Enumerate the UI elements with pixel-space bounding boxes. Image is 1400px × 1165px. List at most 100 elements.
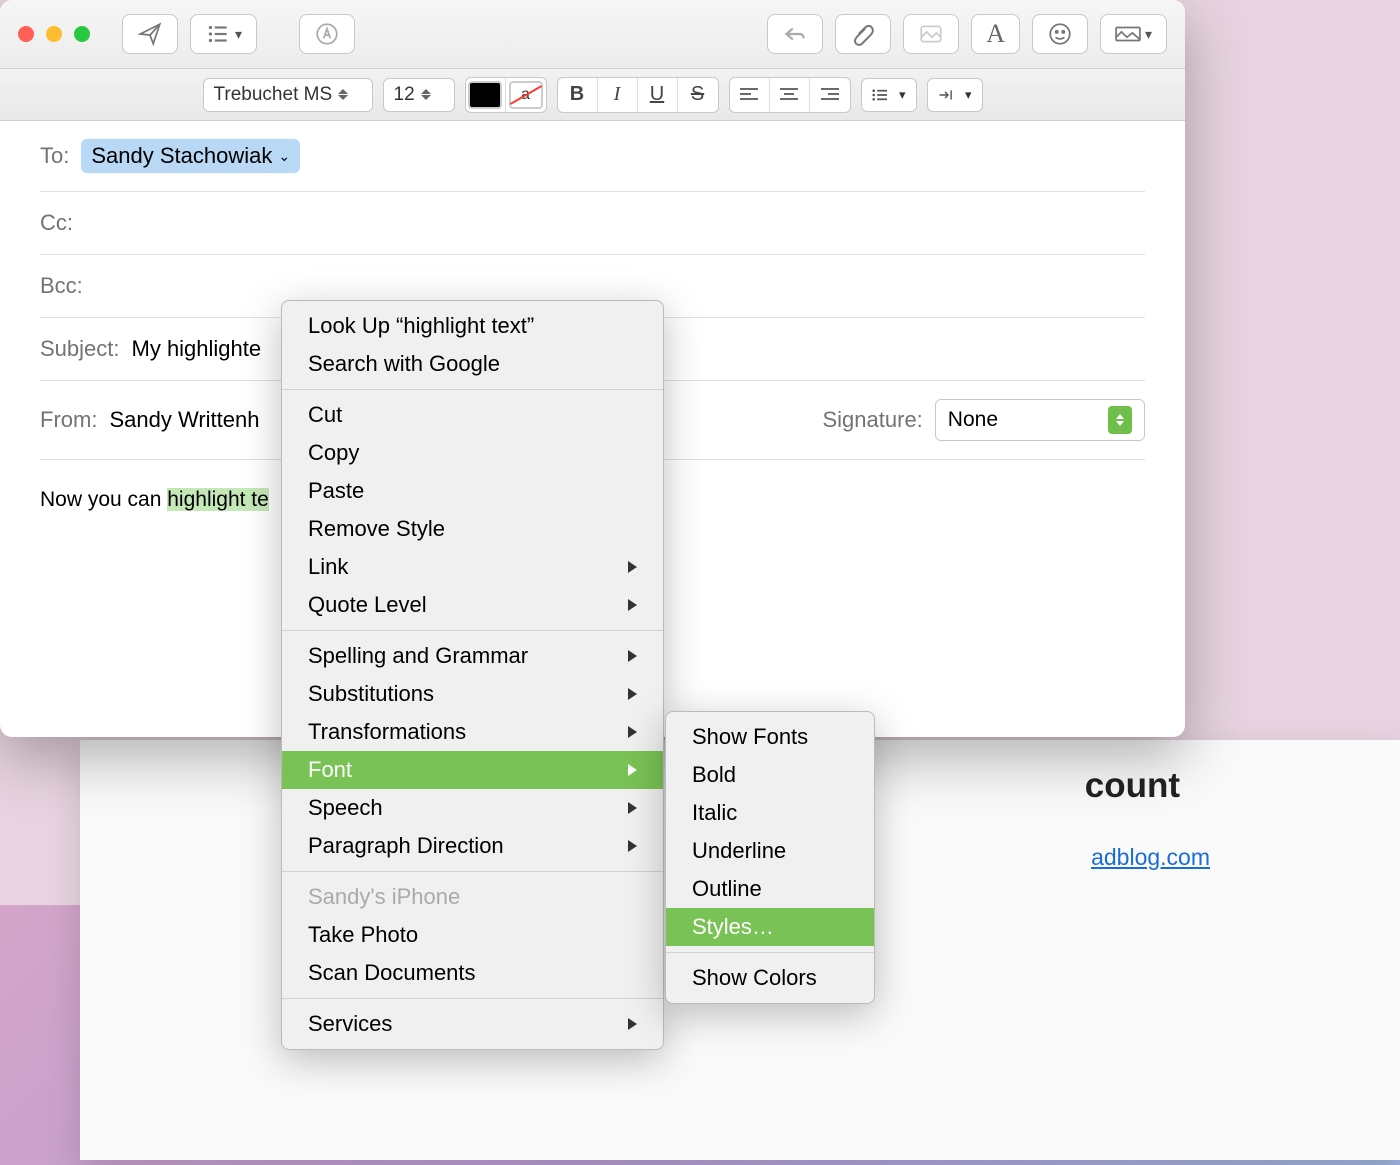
paperclip-icon [850, 21, 876, 47]
signature-value: None [948, 408, 998, 432]
submenu-arrow-icon [628, 802, 637, 814]
submenu-styles[interactable]: Styles… [666, 908, 874, 946]
submenu-arrow-icon [628, 688, 637, 700]
bg-link-fragment[interactable]: adblog.com [1011, 844, 1210, 871]
style-group: B I U S [557, 77, 719, 113]
menu-speech[interactable]: Speech [282, 789, 663, 827]
image-icon [1115, 25, 1141, 43]
to-field-row[interactable]: To: Sandy Stachowiak ⌄ [40, 121, 1145, 192]
image-size-button[interactable]: ▾ [1100, 14, 1167, 54]
submenu-underline[interactable]: Underline [666, 832, 874, 870]
submenu-bold[interactable]: Bold [666, 756, 874, 794]
bold-button[interactable]: B [558, 78, 598, 112]
menu-copy[interactable]: Copy [282, 434, 663, 472]
body-text-highlighted: highlight te [167, 488, 269, 511]
markup-icon [314, 21, 340, 47]
menu-scan-documents[interactable]: Scan Documents [282, 954, 663, 992]
menu-link[interactable]: Link [282, 548, 663, 586]
menu-quote-level[interactable]: Quote Level [282, 586, 663, 624]
menu-take-photo[interactable]: Take Photo [282, 916, 663, 954]
chevron-down-icon: ▾ [899, 87, 906, 103]
submenu-arrow-icon [628, 764, 637, 776]
menu-transformations[interactable]: Transformations [282, 713, 663, 751]
align-left-button[interactable] [730, 78, 770, 112]
bg-color-button[interactable]: a [506, 78, 546, 112]
submenu-arrow-icon [628, 650, 637, 662]
menu-lookup[interactable]: Look Up “highlight text” [282, 307, 663, 345]
close-button[interactable] [18, 26, 34, 42]
photo-rect-icon [918, 21, 944, 47]
text-color-button[interactable] [466, 78, 506, 112]
body-text-before: Now you can [40, 488, 167, 511]
recipient-name: Sandy Stachowiak [91, 143, 272, 169]
from-label: From: [40, 407, 97, 433]
signature-select[interactable]: None [935, 399, 1145, 441]
menu-search-google[interactable]: Search with Google [282, 345, 663, 383]
menu-remove-style[interactable]: Remove Style [282, 510, 663, 548]
stepper-icon [1108, 406, 1132, 434]
context-menu: Look Up “highlight text” Search with Goo… [281, 300, 664, 1050]
menu-separator [282, 871, 663, 872]
bcc-input[interactable] [95, 273, 1145, 299]
list-icon [205, 21, 231, 47]
recipient-token[interactable]: Sandy Stachowiak ⌄ [81, 139, 300, 173]
stepper-icon [421, 89, 431, 100]
chevron-down-icon: ▾ [965, 87, 972, 103]
cc-field-row[interactable]: Cc: [40, 192, 1145, 255]
emoji-icon [1047, 21, 1073, 47]
menu-cut[interactable]: Cut [282, 396, 663, 434]
list-style-button[interactable]: ▾ [861, 78, 917, 112]
emoji-button[interactable] [1032, 14, 1088, 54]
chevron-down-icon: ▾ [1145, 26, 1152, 43]
font-submenu: Show Fonts Bold Italic Underline Outline… [665, 711, 875, 1004]
submenu-arrow-icon [628, 726, 637, 738]
submenu-show-colors[interactable]: Show Colors [666, 959, 874, 997]
align-center-button[interactable] [770, 78, 810, 112]
titlebar: ▾ A ▾ [0, 0, 1185, 69]
indent-button[interactable]: ▾ [927, 78, 983, 112]
menu-services[interactable]: Services [282, 1005, 663, 1043]
align-right-button[interactable] [810, 78, 850, 112]
menu-spelling[interactable]: Spelling and Grammar [282, 637, 663, 675]
menu-paste[interactable]: Paste [282, 472, 663, 510]
chevron-down-icon: ▾ [235, 26, 242, 43]
submenu-italic[interactable]: Italic [666, 794, 874, 832]
cc-input[interactable] [85, 210, 1145, 236]
attach-button[interactable] [835, 14, 891, 54]
font-size-value: 12 [394, 84, 415, 106]
menu-font[interactable]: Font [282, 751, 663, 789]
chevron-down-icon: ⌄ [278, 148, 290, 165]
indent-icon [938, 88, 953, 102]
submenu-outline[interactable]: Outline [666, 870, 874, 908]
photo-browser-button[interactable] [903, 14, 959, 54]
font-family-select[interactable]: Trebuchet MS [203, 78, 373, 112]
window-controls [18, 26, 90, 42]
submenu-arrow-icon [628, 840, 637, 852]
strikethrough-button[interactable]: S [678, 78, 718, 112]
color-group: a [465, 77, 547, 113]
menu-substitutions[interactable]: Substitutions [282, 675, 663, 713]
font-size-select[interactable]: 12 [383, 78, 455, 112]
from-value[interactable]: Sandy Writtenh [109, 407, 259, 433]
minimize-button[interactable] [46, 26, 62, 42]
send-button[interactable] [122, 14, 178, 54]
markup-button[interactable] [299, 14, 355, 54]
bg-title-fragment: count [1005, 750, 1180, 806]
submenu-show-fonts[interactable]: Show Fonts [666, 718, 874, 756]
menu-paragraph-direction[interactable]: Paragraph Direction [282, 827, 663, 865]
format-button[interactable]: A [971, 14, 1020, 54]
cc-label: Cc: [40, 210, 73, 236]
reply-button[interactable] [767, 14, 823, 54]
menu-separator [282, 389, 663, 390]
menu-device-header: Sandy's iPhone [282, 878, 663, 916]
header-fields-button[interactable]: ▾ [190, 14, 257, 54]
to-label: To: [40, 143, 69, 169]
bcc-label: Bcc: [40, 273, 83, 299]
subject-label: Subject: [40, 336, 120, 362]
italic-button[interactable]: I [598, 78, 638, 112]
bullet-list-icon [872, 88, 887, 102]
zoom-button[interactable] [74, 26, 90, 42]
underline-button[interactable]: U [638, 78, 678, 112]
stepper-icon [338, 89, 348, 100]
align-group [729, 77, 851, 113]
